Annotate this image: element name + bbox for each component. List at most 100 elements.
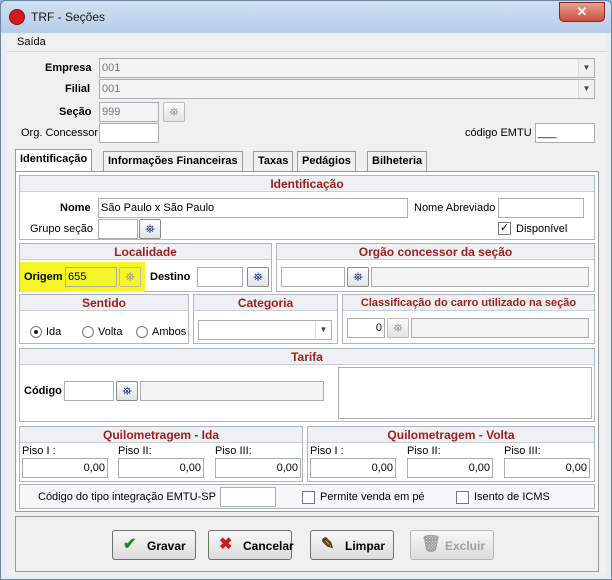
sentido-section: Sentido Ida Volta Ambos (19, 294, 189, 344)
sentido-title: Sentido (20, 295, 188, 311)
classificacao-description (411, 318, 589, 338)
sentido-ambos-radio[interactable] (136, 326, 148, 338)
nome-abreviado-input[interactable] (498, 198, 584, 218)
emtu-integracao-input[interactable] (220, 487, 276, 507)
secao-input[interactable]: 999 (99, 102, 159, 122)
tarifa-description (140, 381, 324, 401)
binoculars-icon[interactable]: ⛯ (387, 318, 409, 338)
km-ida-piso2-input[interactable]: 0,00 (118, 458, 204, 478)
window-title: TRF - Seções (31, 10, 106, 24)
menu-item-saida[interactable]: Saída (17, 36, 46, 48)
tab-panel-identificacao: Identificação Nome São Paulo x São Paulo… (15, 171, 599, 512)
classificacao-input[interactable]: 0 (347, 318, 385, 338)
km-volta-title: Quilometragem - Volta (308, 427, 594, 443)
binoculars-icon[interactable]: ⛯ (163, 102, 185, 122)
permite-venda-label: Permite venda em pé (320, 491, 425, 503)
binoculars-icon[interactable]: ⛯ (116, 381, 138, 401)
empresa-label: Empresa (45, 62, 92, 74)
localidade-section: Localidade Origem 655 ⛯ Destino ⛯ (19, 243, 272, 292)
categoria-title: Categoria (194, 295, 337, 311)
origem-label: Origem (24, 271, 63, 283)
nome-label: Nome (60, 202, 91, 214)
tab-taxas[interactable]: Taxas (253, 151, 294, 171)
classificacao-title: Classificação do carro utilizado na seçã… (343, 295, 594, 311)
gravar-button[interactable]: ✔ Gravar (112, 530, 196, 560)
binoculars-icon[interactable]: ⛯ (119, 267, 141, 287)
km-volta-section: Quilometragem - Volta Piso I : 0,00 Piso… (307, 426, 595, 482)
binoculars-icon[interactable]: ⛯ (139, 219, 161, 239)
grupo-secao-label: Grupo seção (30, 223, 93, 235)
km-ida-piso3-input[interactable]: 0,00 (215, 458, 301, 478)
orgao-concessor-title: Orgão concessor da seção (277, 244, 594, 260)
x-icon: ✖ (219, 536, 233, 553)
limpar-button[interactable]: ✎ Limpar (310, 530, 394, 560)
km-volta-piso1-label: Piso I : (310, 445, 344, 457)
app-logo-icon (9, 9, 25, 25)
origem-input[interactable]: 655 (65, 267, 117, 287)
categoria-select[interactable]: ▼ (198, 320, 332, 340)
tarifa-codigo-label: Código (24, 385, 62, 397)
tarifa-codigo-input[interactable] (64, 381, 114, 401)
tab-bilheteria[interactable]: Bilheteria (367, 151, 428, 171)
button-bar: ✔ Gravar ✖ Cancelar ✎ Limpar 🗑 Excluir (15, 516, 599, 572)
permite-venda-checkbox[interactable] (302, 491, 315, 504)
identificacao-section: Identificação Nome São Paulo x São Paulo… (19, 175, 595, 240)
secao-label: Seção (59, 106, 92, 118)
filial-select[interactable]: 001 ▼ (99, 79, 595, 99)
opcoes-rodape-section: Código do tipo integração EMTU-SP Permit… (19, 484, 595, 509)
isento-icms-checkbox[interactable] (456, 491, 469, 504)
nome-input[interactable]: São Paulo x São Paulo (98, 198, 408, 218)
app-window: TRF - Seções ✕ Saída Empresa 001 ▼ Filial… (0, 0, 612, 580)
km-volta-piso3-label: Piso III: (504, 445, 541, 457)
grupo-secao-input[interactable] (98, 219, 138, 239)
km-ida-section: Quilometragem - Ida Piso I : 0,00 Piso I… (19, 426, 303, 482)
isento-icms-label: Isento de ICMS (474, 491, 550, 503)
km-ida-piso1-input[interactable]: 0,00 (22, 458, 108, 478)
chevron-down-icon[interactable]: ▼ (578, 59, 594, 77)
sentido-volta-radio[interactable] (82, 326, 94, 338)
chevron-down-icon[interactable]: ▼ (578, 80, 594, 98)
menu-bar: Saída (7, 34, 607, 52)
org-concessor-input[interactable] (99, 123, 159, 143)
tarifa-details-box (338, 367, 592, 419)
km-volta-piso2-input[interactable]: 0,00 (407, 458, 493, 478)
sentido-ambos-label: Ambos (152, 326, 187, 338)
km-volta-piso1-input[interactable]: 0,00 (310, 458, 396, 478)
km-ida-piso3-label: Piso III: (215, 445, 252, 457)
cancelar-button[interactable]: ✖ Cancelar (208, 530, 294, 560)
tarifa-title: Tarifa (20, 349, 594, 365)
nome-abreviado-label: Nome Abreviado (414, 202, 496, 214)
destino-input[interactable] (197, 267, 243, 287)
tab-pedagios[interactable]: Pedágios (297, 151, 356, 171)
trash-icon: 🗑 (421, 536, 442, 553)
localidade-title: Localidade (20, 244, 271, 260)
excluir-button[interactable]: 🗑 Excluir (410, 530, 494, 560)
binoculars-icon[interactable]: ⛯ (347, 267, 369, 287)
sentido-volta-label: Volta (98, 326, 123, 338)
classificacao-section: Classificação do carro utilizado na seçã… (342, 294, 595, 344)
tarifa-section: Tarifa Código ⛯ (19, 348, 595, 422)
orgao-concessor-input[interactable] (281, 267, 345, 287)
km-ida-piso1-label: Piso I : (22, 445, 56, 457)
destino-label: Destino (150, 271, 191, 283)
km-volta-piso3-input[interactable]: 0,00 (504, 458, 590, 478)
title-bar: TRF - Seções ✕ (1, 1, 611, 33)
filial-label: Filial (65, 83, 91, 95)
sentido-ida-radio[interactable] (30, 326, 42, 338)
km-ida-piso2-label: Piso II: (118, 445, 152, 457)
binoculars-icon[interactable]: ⛯ (247, 267, 269, 287)
brush-icon: ✎ (321, 536, 335, 553)
orgao-concessor-section: Orgão concessor da seção ⛯ (276, 243, 595, 292)
codigo-emtu-label: código EMTU (465, 127, 532, 139)
tab-informacoes-financeiras[interactable]: Informações Financeiras (103, 151, 243, 171)
disponivel-checkbox[interactable]: ✓ (498, 222, 511, 235)
sentido-ida-label: Ida (46, 326, 62, 338)
chevron-down-icon[interactable]: ▼ (315, 321, 331, 339)
orgao-concessor-description (371, 267, 589, 287)
empresa-select[interactable]: 001 ▼ (99, 58, 595, 78)
close-button[interactable]: ✕ (559, 2, 605, 22)
tab-identificacao[interactable]: Identificação (15, 149, 93, 171)
form-client-area: Empresa 001 ▼ Filial 001 ▼ Seção 999 ⛯ Org… (7, 52, 607, 575)
km-volta-piso2-label: Piso II: (407, 445, 441, 457)
codigo-emtu-input[interactable]: ___ (535, 123, 595, 143)
